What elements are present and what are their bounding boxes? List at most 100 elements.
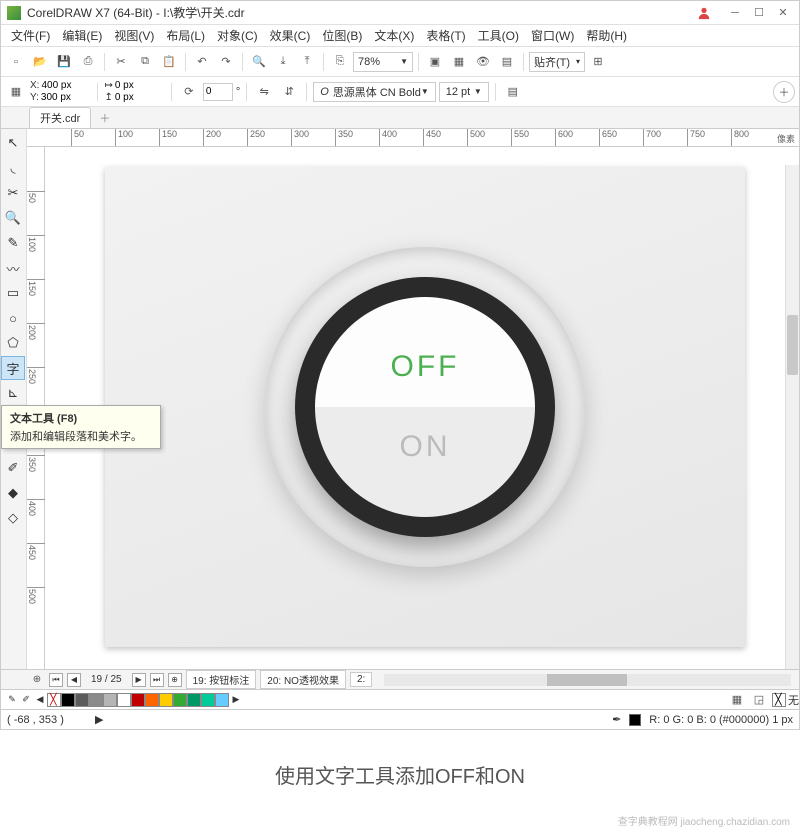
options-icon[interactable]: ⊞ — [587, 51, 609, 73]
menu-file[interactable]: 文件(F) — [5, 25, 56, 46]
width-input[interactable] — [115, 80, 165, 92]
fill-tool-icon[interactable]: ◆ — [1, 481, 25, 505]
color-swatch[interactable] — [145, 693, 159, 707]
next-page-button[interactable]: ▶ — [132, 673, 146, 687]
color-swatch[interactable] — [187, 693, 201, 707]
rectangle-tool-icon[interactable]: ▭ — [1, 281, 25, 305]
shape-tool-icon[interactable]: ◟ — [1, 156, 25, 180]
menu-edit[interactable]: 编辑(E) — [56, 25, 108, 46]
page-tab[interactable]: 20: NO透视效果 — [260, 670, 346, 689]
zoom-tool-icon[interactable]: 🔍 — [1, 206, 25, 230]
palette-doc-icon[interactable]: ◲ — [748, 689, 770, 711]
add-icon[interactable]: ＋ — [773, 81, 795, 103]
open-icon[interactable]: 📂 — [29, 51, 51, 73]
redo-icon[interactable]: ↷ — [215, 51, 237, 73]
horizontal-scrollbar[interactable] — [384, 674, 791, 686]
color-swatch[interactable] — [215, 693, 229, 707]
eyedropper-tool-icon[interactable]: ✐ — [1, 456, 25, 480]
menu-view[interactable]: 视图(V) — [108, 25, 160, 46]
menu-layout[interactable]: 布局(L) — [160, 25, 211, 46]
grid-icon[interactable]: ▤ — [496, 51, 518, 73]
scrollbar-thumb[interactable] — [547, 674, 627, 686]
none-swatch[interactable]: ╳ — [772, 693, 786, 707]
menu-text[interactable]: 文本(X) — [368, 25, 420, 46]
snap-select[interactable]: 贴齐(T) ▾ — [529, 52, 585, 72]
object-grid-icon[interactable]: ▦ — [5, 81, 27, 103]
palette-eyedrop-icon[interactable]: ✐ — [19, 693, 33, 707]
no-color-swatch[interactable]: ╳ — [47, 693, 61, 707]
color-swatch[interactable] — [159, 693, 173, 707]
publish-icon[interactable]: ⎘ — [329, 51, 351, 73]
new-icon[interactable]: ▫ — [5, 51, 27, 73]
color-swatch[interactable] — [103, 693, 117, 707]
mirror-v-icon[interactable]: ⇵ — [278, 81, 300, 103]
first-page-button[interactable]: ⏮ — [49, 673, 63, 687]
pen-icon[interactable]: ✒ — [612, 713, 621, 726]
color-swatch[interactable] — [61, 693, 75, 707]
text-options-icon[interactable]: ▤ — [502, 81, 524, 103]
cut-icon[interactable]: ✂ — [110, 51, 132, 73]
menu-bitmap[interactable]: 位图(B) — [316, 25, 368, 46]
print-icon[interactable]: ⎙ — [77, 51, 99, 73]
copy-icon[interactable]: ⧉ — [134, 51, 156, 73]
palette-right-icon[interactable]: ▶ — [229, 693, 243, 707]
rulers-icon[interactable]: ▦ — [448, 51, 470, 73]
font-size-select[interactable]: 12 pt ▼ — [439, 82, 489, 102]
pick-tool-icon[interactable]: ↖ — [1, 131, 25, 155]
menu-help[interactable]: 帮助(H) — [580, 25, 633, 46]
artistic-tool-icon[interactable]: 〰 — [1, 256, 25, 280]
add-tab-button[interactable]: ＋ — [93, 108, 116, 128]
freehand-tool-icon[interactable]: ✎ — [1, 231, 25, 255]
palette-menu-icon[interactable]: ▦ — [726, 689, 748, 711]
vertical-scrollbar[interactable] — [785, 165, 799, 669]
palette-tool-icon[interactable]: ✎ — [5, 693, 19, 707]
scrollbar-thumb[interactable] — [787, 315, 798, 375]
color-swatch[interactable] — [131, 693, 145, 707]
document-tab[interactable]: 开关.cdr — [29, 107, 91, 128]
palette-left-icon[interactable]: ◀ — [33, 693, 47, 707]
text-tool-icon[interactable]: 字 — [1, 356, 25, 380]
save-icon[interactable]: 💾 — [53, 51, 75, 73]
color-swatch[interactable] — [75, 693, 89, 707]
color-swatch[interactable] — [173, 693, 187, 707]
menu-window[interactable]: 窗口(W) — [525, 25, 580, 46]
height-input[interactable] — [115, 92, 165, 104]
last-page-button[interactable]: ⏭ — [150, 673, 164, 687]
color-swatch[interactable] — [89, 693, 103, 707]
fullscreen-icon[interactable]: ▣ — [424, 51, 446, 73]
status-next-icon[interactable]: ▶ — [95, 713, 103, 726]
zoom-select[interactable]: 78% ▼ — [353, 52, 413, 72]
rotate-icon[interactable]: ⟳ — [178, 81, 200, 103]
dimension-tool-icon[interactable]: ⊾ — [1, 381, 25, 405]
polygon-tool-icon[interactable]: ⬠ — [1, 331, 25, 355]
import-icon[interactable]: ⤓ — [272, 51, 294, 73]
page-tab[interactable]: 2: — [350, 672, 372, 687]
search-icon[interactable]: 🔍 — [248, 51, 270, 73]
y-input[interactable] — [41, 92, 91, 104]
prev-page-button[interactable]: ◀ — [67, 673, 81, 687]
rotation-input[interactable] — [203, 83, 233, 101]
outline-tool-icon[interactable]: ◇ — [1, 506, 25, 530]
maximize-button[interactable]: ☐ — [749, 5, 769, 21]
menu-object[interactable]: 对象(C) — [211, 25, 264, 46]
crop-tool-icon[interactable]: ✂ — [1, 181, 25, 205]
close-button[interactable]: ✕ — [773, 5, 793, 21]
menu-tools[interactable]: 工具(O) — [472, 25, 525, 46]
undo-icon[interactable]: ↶ — [191, 51, 213, 73]
color-swatch[interactable] — [117, 693, 131, 707]
color-swatch[interactable] — [201, 693, 215, 707]
outline-color-swatch[interactable] — [629, 714, 641, 726]
add-page-icon[interactable]: ⊕ — [29, 672, 45, 688]
page-tab[interactable]: 19: 按钮标注 — [186, 670, 257, 689]
x-input[interactable] — [41, 80, 91, 92]
user-icon[interactable] — [697, 6, 711, 20]
horizontal-ruler[interactable]: 50 100 150 200 250 300 350 400 450 500 5… — [27, 129, 799, 147]
minimize-button[interactable]: ─ — [725, 5, 745, 21]
preview-icon[interactable]: 👁 — [472, 51, 494, 73]
menu-table[interactable]: 表格(T) — [420, 25, 471, 46]
paste-icon[interactable]: 📋 — [158, 51, 180, 73]
font-select[interactable]: O 思源黑体 CN Bold ▼ — [313, 82, 436, 102]
export-icon[interactable]: ⤒ — [296, 51, 318, 73]
ellipse-tool-icon[interactable]: ○ — [1, 306, 25, 330]
add-page-after-button[interactable]: ⊕ — [168, 673, 182, 687]
